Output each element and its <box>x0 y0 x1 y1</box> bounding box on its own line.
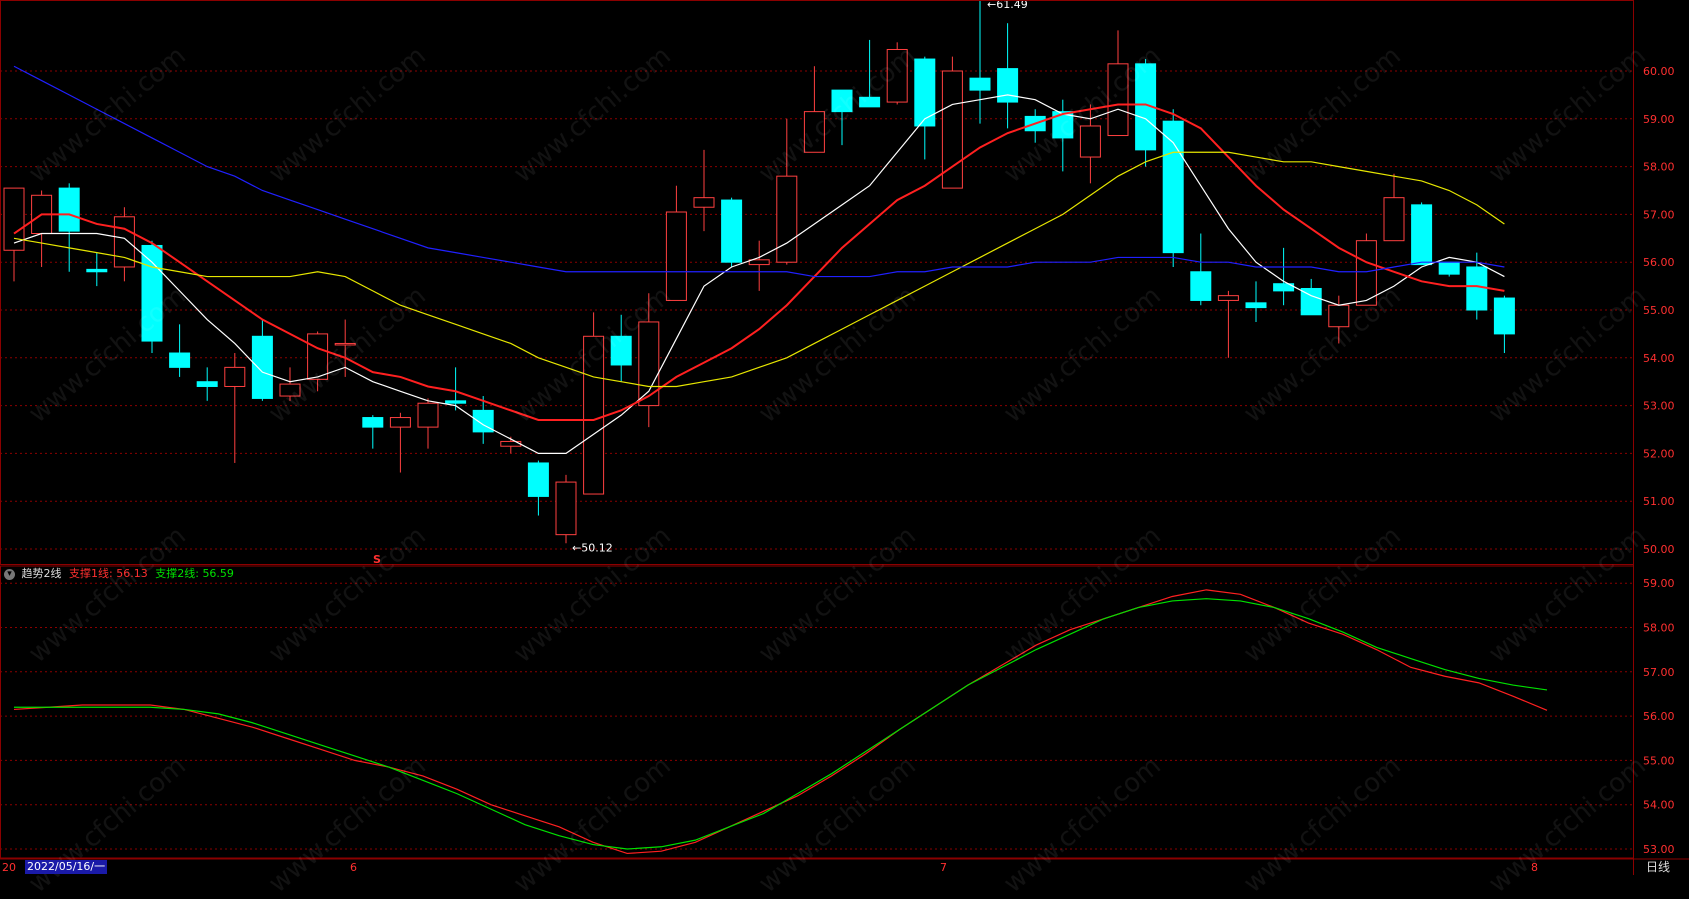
y-tick-label: 56.00 <box>1643 256 1675 269</box>
candle-body <box>1355 240 1377 306</box>
candle-body <box>1438 261 1460 275</box>
candle-body <box>224 366 246 387</box>
chevron-down-icon[interactable]: ▾ <box>4 568 15 580</box>
y-tick-label: 58.00 <box>1643 622 1675 635</box>
candle-body <box>997 68 1019 103</box>
sell-signal-marker: S <box>373 553 381 566</box>
y-tick-label: 50.00 <box>1643 543 1675 556</box>
candle-body <box>58 187 80 232</box>
support2-value: 56.59 <box>202 567 234 580</box>
candle-body <box>417 402 439 428</box>
y-tick-label: 53.00 <box>1643 400 1675 413</box>
candle-body <box>721 199 743 263</box>
indicator-name: 趋势2线 <box>21 567 62 580</box>
x-label-month-6: 6 <box>350 861 357 874</box>
candle-body <box>1466 266 1488 311</box>
candle-body <box>362 417 384 428</box>
candle-body <box>914 58 936 127</box>
price-annotation: ←50.12 <box>572 541 613 554</box>
candle-body <box>859 96 881 108</box>
candle-body <box>445 400 467 404</box>
candle-body <box>196 381 218 387</box>
y-tick-label: 54.00 <box>1643 352 1675 365</box>
candle-body <box>141 244 163 342</box>
candle-body <box>389 417 411 428</box>
support1-value: 56.13 <box>116 567 148 580</box>
stock-chart[interactable]: 50.00 51.00 52.00 53.00 54.00 55.00 56.00 57.00… <box>0 0 1689 875</box>
y-tick-label: 53.00 <box>1643 843 1675 856</box>
x-label-month-7: 7 <box>940 861 947 874</box>
candle-body <box>969 77 991 91</box>
candle-body <box>307 333 329 380</box>
candle-body <box>776 175 798 263</box>
support1-label: 支撑1线: <box>69 567 113 580</box>
y-tick-label: 55.00 <box>1643 754 1675 767</box>
candle-body <box>1328 304 1350 328</box>
candle-body <box>748 259 770 266</box>
x-label-month-8: 8 <box>1531 861 1538 874</box>
candle-body <box>279 383 301 397</box>
y-tick-label: 51.00 <box>1643 495 1675 508</box>
candle-body <box>251 335 273 399</box>
y-tick-label: 59.00 <box>1643 113 1675 126</box>
candle-body <box>1190 271 1212 301</box>
y-tick-label: 59.00 <box>1643 577 1675 590</box>
y-tick-label: 57.00 <box>1643 666 1675 679</box>
cursor-date: 2022/05/16/一 <box>25 860 108 874</box>
candle-body <box>1079 125 1101 158</box>
candle-body <box>1217 295 1239 301</box>
y-tick-label: 52.00 <box>1643 447 1675 460</box>
candle-body <box>693 197 715 208</box>
candle-body <box>334 342 356 346</box>
candle-body <box>169 352 191 368</box>
candle-body <box>1493 297 1515 335</box>
candle-body <box>86 268 108 273</box>
indicator-title: ▾ 趋势2线 支撑1线: 56.13 支撑2线: 56.59 <box>4 566 234 582</box>
candle-body <box>665 211 687 301</box>
candle-body <box>638 321 660 407</box>
candle-body <box>831 89 853 113</box>
y-tick-label: 60.00 <box>1643 65 1675 78</box>
candle-body <box>886 48 908 103</box>
candle-body <box>1107 63 1129 137</box>
candle-body <box>1162 120 1184 254</box>
price-annotation: ←61.49 <box>987 0 1028 11</box>
candle-body <box>803 111 825 153</box>
candle-body <box>1245 302 1267 309</box>
y-tick-label: 54.00 <box>1643 799 1675 812</box>
candle-body <box>610 335 632 366</box>
y-tick-label: 56.00 <box>1643 710 1675 723</box>
period-label[interactable]: 日线 <box>1646 860 1670 874</box>
candle-body <box>527 462 549 497</box>
support2-label: 支撑2线: <box>155 567 199 580</box>
y-tick-label: 55.00 <box>1643 304 1675 317</box>
candle-body <box>1383 197 1405 242</box>
y-tick-label: 58.00 <box>1643 161 1675 174</box>
candle-body <box>555 481 577 536</box>
candle-body <box>583 335 605 495</box>
x-label-start: 20 <box>2 861 16 874</box>
candle-body <box>1411 204 1433 266</box>
y-tick-label: 57.00 <box>1643 208 1675 221</box>
